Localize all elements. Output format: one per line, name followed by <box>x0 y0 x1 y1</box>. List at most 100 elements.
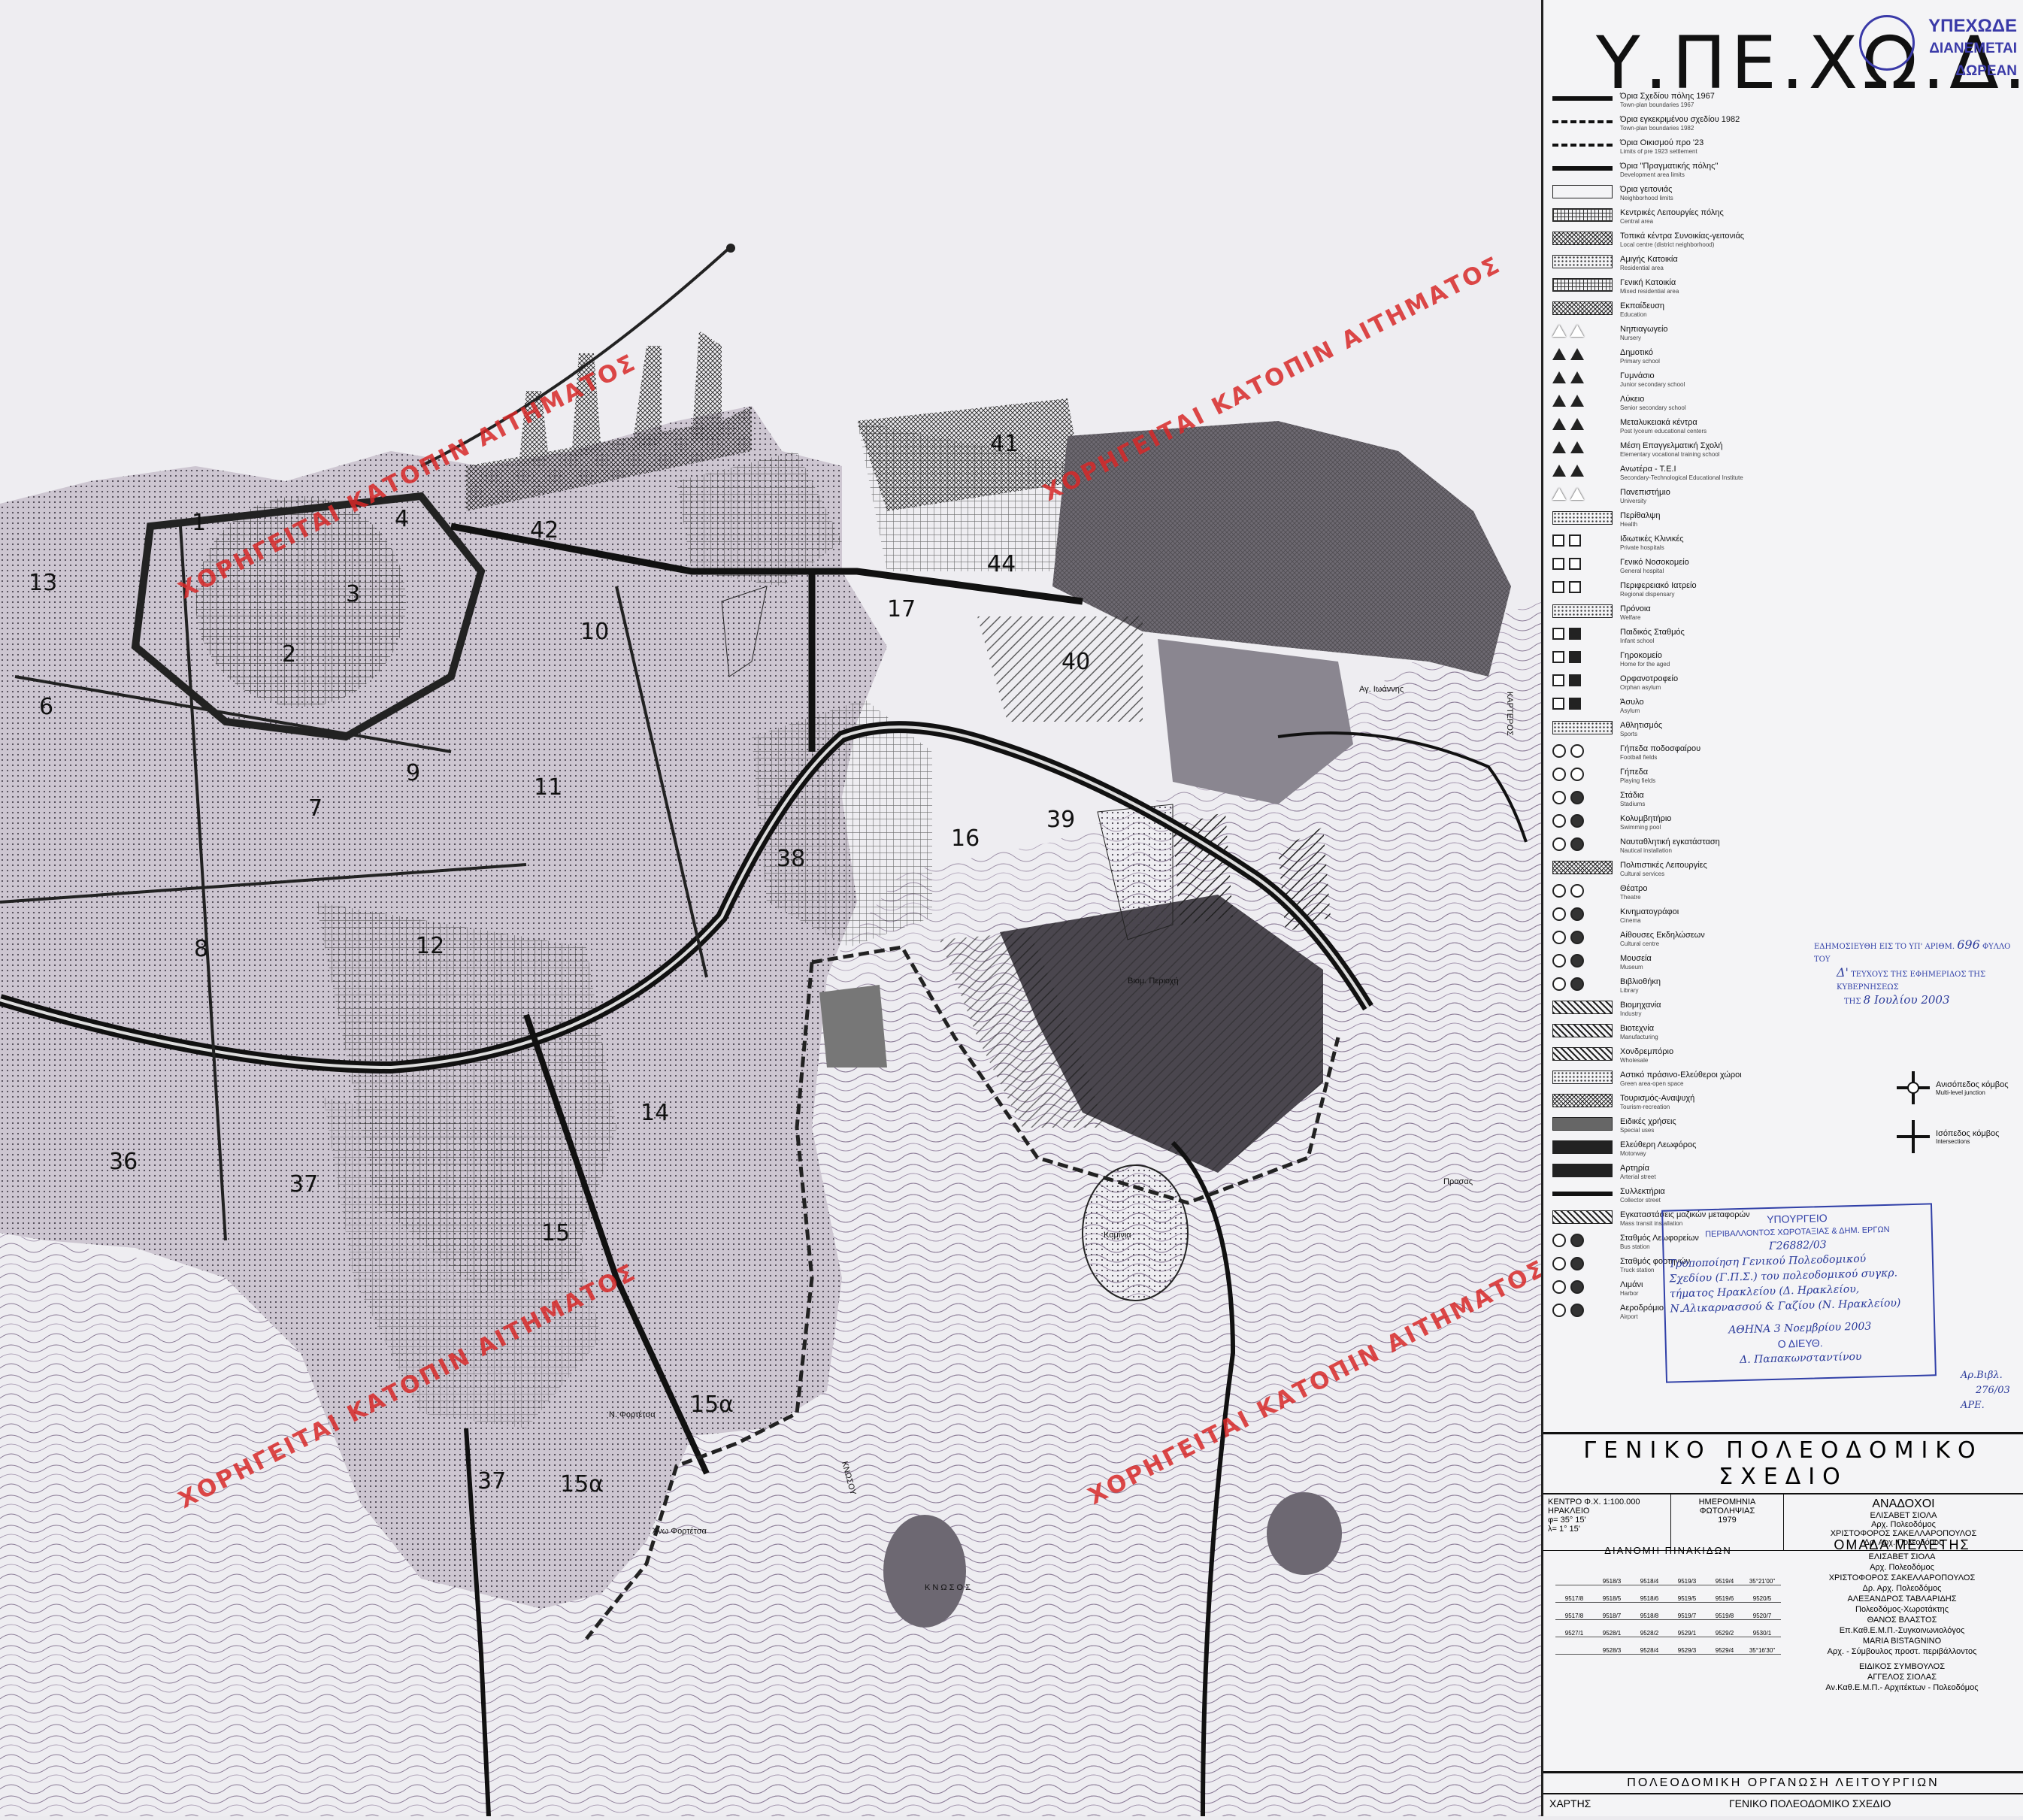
neighborhood-label: 16 <box>951 825 980 852</box>
legend-label-en: Residential area <box>1620 265 1664 271</box>
titleblock-footer: ΠΟΛΕΟΔΟΜΙΚΗ ΟΡΓΑΝΩΣΗ ΛΕΙΤΟΥΡΓΙΩΝ <box>1543 1771 2023 1790</box>
legend-swatch <box>1552 255 1613 268</box>
legend-symbol-icon <box>1552 1304 1613 1319</box>
breakwater-lighthouse <box>726 244 735 253</box>
legend-symbol-icon <box>1552 395 1613 410</box>
legend-label: Ελεύθερη Λεωφόρος Motorway <box>1620 1140 1697 1157</box>
legend-item: Εκπαίδευση Education <box>1552 301 1883 325</box>
place-label: ΚΑΡΤΕΡΟΣ <box>1505 692 1514 736</box>
place-label: Ν. Φορτέτσα <box>609 1410 656 1419</box>
legend-item: Γηροκομείο Home for the aged <box>1552 651 1883 674</box>
seal-icon <box>1859 15 1915 71</box>
legend-label-en: Football fields <box>1620 754 1658 761</box>
pub-line1: ΕΔΗΜΟΣΙΕΥΘΗ ΕΙΣ ΤΟ ΥΠ' ΑΡΙΘΜ. <box>1814 943 1955 951</box>
sheet-cell: 9527/1 <box>1555 1620 1593 1637</box>
pub-date: 8 Ιουλίου 2003 <box>1863 993 1950 1007</box>
credit-line: ΕΛΙΣΑΒΕΤ ΣΙΟΛΑ <box>1870 1511 1937 1520</box>
legend-label-en: Orphan asylum <box>1620 684 1661 691</box>
legend-symbol-icon <box>1552 1280 1613 1295</box>
legend-item: Χονδρεμπόριο Wholesale <box>1552 1047 1883 1070</box>
credit-line: Αν.Καθ.Ε.Μ.Π.- Αρχιτέκτων - Πολεοδόμος <box>1825 1683 1979 1692</box>
legend-symbol-icon <box>1552 628 1613 643</box>
legend-item: Κινηματογράφοι Cinema <box>1552 907 1883 931</box>
footer2-title: ΓΕΝΙΚΟ ΠΟΛΕΟΔΟΜΙΚΟ ΣΧΕΔΙΟ <box>1728 1797 1891 1809</box>
legend-label-en: Special uses <box>1620 1127 1655 1134</box>
photo-date-label: ΗΜΕΡΟΜΗΝΙΑ ΦΩΤΟΛΗΨΙΑΣ <box>1698 1497 1756 1516</box>
pub-number: 696 <box>1957 937 1980 952</box>
legend-label: Μουσεία Museum <box>1620 954 1652 971</box>
legend-label-en: Elementary vocational training school <box>1620 451 1720 458</box>
legend-swatch <box>1552 120 1613 123</box>
legend-item: Ορφανοτροφείο Orphan asylum <box>1552 674 1883 698</box>
sheet-cell <box>1555 1568 1593 1585</box>
credit-line: Επ.Καθ.Ε.Μ.Π.-Συγκοινωνιολόγος <box>1839 1626 1965 1635</box>
legend-item: Άσυλο Asylum <box>1552 698 1883 721</box>
legend-item: Όρια "Πραγματικής πόλης" Development area… <box>1552 162 1883 185</box>
sheet-cell: 9518/7 <box>1593 1603 1631 1620</box>
sheet-cell: 9519/6 <box>1706 1585 1743 1603</box>
legend-label-en: Cultural centre <box>1620 940 1660 947</box>
photo-year: 1979 <box>1718 1516 1737 1525</box>
legend-swatch <box>1552 1140 1613 1154</box>
legend-label: Περιφερειακό Ιατρείο Regional dispensary <box>1620 581 1697 598</box>
legend-item: Κολυμβητήριο Swimming pool <box>1552 814 1883 837</box>
sheet-cell: 9519/3 <box>1668 1568 1706 1585</box>
legend-label-en: General hospital <box>1620 568 1664 574</box>
legend-label-en: Playing fields <box>1620 777 1656 784</box>
legend-item: Παιδικός Σταθμός Infant school <box>1552 628 1883 651</box>
legend-item: Τοπικά κέντρα Συνοικίας-γειτονιάς Local c… <box>1552 232 1883 255</box>
legend-swatch <box>1552 604 1613 618</box>
archive-l3: ΑΡΕ. <box>1961 1400 1985 1411</box>
legend-symbol-icon <box>1552 558 1613 573</box>
neighborhood-label: 37 <box>289 1171 318 1198</box>
map-area[interactable]: 1 2 3 4 6 7 8 9 10 11 12 13 14 15 15α 15α 16 17 36 37 37 38 39… <box>0 0 1551 1817</box>
legend-swatch <box>1552 208 1613 222</box>
legend-swatch <box>1552 185 1613 198</box>
legend-item: Στάδια Stadiums <box>1552 791 1883 814</box>
legend-item: Γήπεδα Playing fields <box>1552 768 1883 791</box>
legend-label-en: Welfare <box>1620 614 1641 621</box>
legend-item: Τουρισμός-Αναψυχή Tourism-recreation <box>1552 1094 1883 1117</box>
legend-item: Γενικό Νοσοκομείο General hospital <box>1552 558 1883 581</box>
legend-swatch <box>1552 861 1613 874</box>
legend-swatch <box>1552 1192 1613 1196</box>
legend-label-en: Cinema <box>1620 917 1641 924</box>
credit-line: Πολεοδόμος-Χωροτάκτης <box>1855 1605 1949 1614</box>
legend-label: Βιομηχανία Industry <box>1620 1001 1661 1017</box>
neighborhood-label: 15α <box>560 1471 604 1497</box>
legend-label: Ανωτέρα - Τ.Ε.Ι Secondary-Technological E… <box>1620 465 1743 481</box>
place-label: Κ Ν Ω Σ Ο Σ <box>925 1583 971 1592</box>
sheet-cell: 9529/4 <box>1706 1637 1743 1655</box>
legend-label-en: Home for the aged <box>1620 661 1670 668</box>
sheet-cell: 9519/8 <box>1706 1603 1743 1620</box>
credit-line: Αρχ. Πολεοδόμος <box>1870 1563 1934 1572</box>
titleblock-footer2: ΧΑΡΤΗΣ ΓΕΝΙΚΟ ΠΟΛΕΟΔΟΜΙΚΟ ΣΧΕΔΙΟ <box>1543 1793 2023 1812</box>
legend-symbol-icon <box>1552 884 1613 899</box>
legend-label-en: Senior secondary school <box>1620 404 1686 411</box>
legend-swatch <box>1552 96 1613 101</box>
legend-swatch <box>1552 1210 1613 1224</box>
legend-item: Περίθαλψη Health <box>1552 511 1883 534</box>
legend-label: Γηροκομείο Home for the aged <box>1620 651 1670 668</box>
legend-label: Μέση Επαγγελματική Σχολή Elementary vocat… <box>1620 441 1723 458</box>
neighborhood-label: 42 <box>530 517 559 544</box>
pub-line2: ΤΕΥΧΟΥΣ ΤΗΣ ΕΦΗΜΕΡΙΔΟΣ ΤΗΣ ΚΥΒΕΡΝΗΣΕΩΣ <box>1837 971 1986 992</box>
legend-label: Αρτηρία Arterial street <box>1620 1164 1656 1180</box>
legend-item: Αρτηρία Arterial street <box>1552 1164 1883 1187</box>
legend-label: Εκπαίδευση Education <box>1620 301 1665 318</box>
credit-line: ΧΡΙΣΤΟΦΟΡΟΣ ΣΑΚΕΛΛΑΡΟΠΟΥΛΟΣ <box>1828 1573 1976 1582</box>
legend-item: Ελεύθερη Λεωφόρος Motorway <box>1552 1140 1883 1164</box>
sheet-cell: 9519/7 <box>1668 1603 1706 1620</box>
legend-symbol-icon <box>1552 674 1613 689</box>
legend-label: Πολιτιστικές Λειτουργίες Cultural service… <box>1620 861 1707 877</box>
legend-symbol-icon <box>1552 488 1613 503</box>
sheet-cell: 9517/8 <box>1555 1585 1593 1603</box>
green-patch-1 <box>819 985 887 1067</box>
legend-label-en: Stadiums <box>1620 801 1646 807</box>
legend-swatch <box>1552 1070 1613 1084</box>
legend-label-en: Cultural services <box>1620 871 1665 877</box>
legend-item: Βιοτεχνία Manufacturing <box>1552 1024 1883 1047</box>
legend-swatch <box>1552 1117 1613 1131</box>
legend-label-en: Green area-open space <box>1620 1080 1684 1087</box>
legend-item: Νηπιαγωγείο Nursery <box>1552 325 1883 348</box>
